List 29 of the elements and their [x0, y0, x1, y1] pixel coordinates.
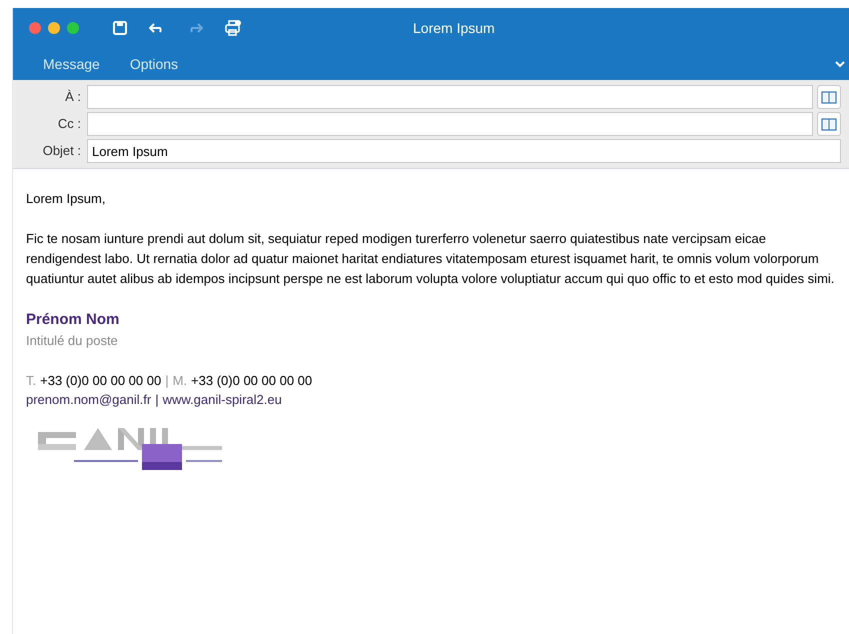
- ribbon-tab[interactable]: Options: [130, 54, 178, 74]
- email-link[interactable]: prenom.nom@ganil.fr: [26, 390, 152, 410]
- body-paragraph: Fic te nosam iunture prendi aut dolum sit, sequiatur reped modigen turerferro volenetur saerro quiatestibus nate vercipsam eicae rendigendest labo. Ut rernatia dolor ad quatur maionet haritat endiatures vitatemposam eturest isquamet harit, te omnis volum volorporum quatiuntur autet alibus ab idempos incipsunt perspe ne est laborum volupta volore voluptiatur accum qui quo offic to et esto mod quides simi.: [26, 230, 836, 288]
- greeting-text: Lorem Ipsum,: [26, 190, 106, 208]
- separator: |: [155, 391, 159, 409]
- collapse-chevron-icon[interactable]: [835, 60, 845, 68]
- signature-name: Prénom Nom: [26, 310, 120, 330]
- field-label: À :: [64, 88, 82, 106]
- printer-icon[interactable]: [225, 20, 242, 36]
- field-label: Objet :: [42, 142, 82, 160]
- ribbon-tab[interactable]: Message: [43, 54, 100, 74]
- mobile-label: M.: [172, 372, 188, 390]
- save-icon[interactable]: [113, 21, 127, 35]
- minimize-button[interactable]: [48, 22, 60, 34]
- separator: |: [165, 372, 169, 390]
- address-book-button[interactable]: [817, 112, 841, 136]
- book-icon: [821, 90, 837, 104]
- phone-label: T.: [26, 372, 36, 390]
- book-icon: [821, 118, 837, 130]
- window-title: Lorem Ipsum: [413, 18, 495, 38]
- mobile-number: +33 (0)0 00 00 00 00: [191, 372, 312, 390]
- input-field[interactable]: Lorem Ipsum: [87, 139, 841, 163]
- website-link[interactable]: www.ganil-spiral2.eu: [162, 390, 282, 410]
- address-book-button[interactable]: [817, 85, 841, 109]
- job-title: Intitulé du poste: [26, 332, 119, 350]
- field-label: Cc :: [56, 115, 82, 134]
- input-field[interactable]: [87, 85, 813, 109]
- phone-number: +33 (0)0 00 00 00 00: [40, 372, 162, 390]
- input-field[interactable]: [87, 112, 813, 136]
